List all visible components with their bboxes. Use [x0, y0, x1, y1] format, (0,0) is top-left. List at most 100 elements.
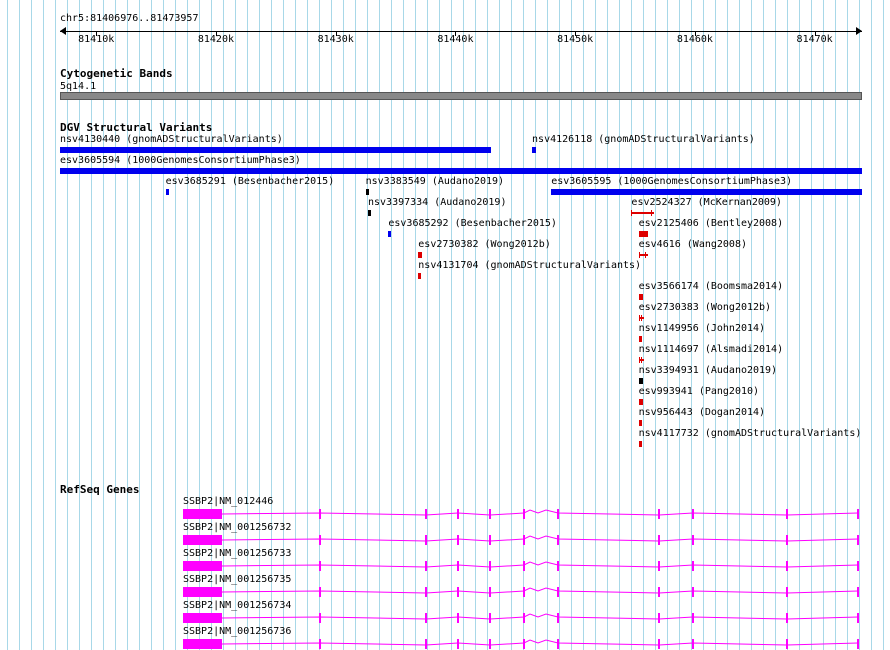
gene-exon-tick	[523, 587, 525, 597]
gene-model	[183, 639, 859, 649]
dgv-feature-bar[interactable]	[638, 378, 644, 384]
dgv-feature-bar[interactable]	[365, 189, 369, 195]
ruler-tick-label: 81460k	[676, 34, 713, 45]
dgv-feature-label: nsv4126118 (gnomADStructuralVariants)	[532, 134, 755, 145]
gene-exon-tick	[489, 509, 491, 519]
cytoband-track-title[interactable]: Cytogenetic Bands	[60, 67, 173, 80]
gene-label: SSBP2|NM_001256736	[183, 626, 292, 637]
gene-exon-tick	[658, 509, 660, 519]
dgv-feature-bar[interactable]	[532, 147, 536, 153]
cytoband-label: 5q14.1	[60, 81, 97, 92]
ruler[interactable]: 81410k 81420k 81430k 81440k 81450k 81460k 8147…	[60, 26, 862, 46]
gene-exon-tick	[692, 561, 694, 571]
dgv-feature-bar[interactable]	[638, 254, 648, 256]
gene-intron-line	[221, 639, 859, 646]
gene-exon-tick	[457, 613, 459, 623]
dgv-feature-label: esv3605595 (1000GenomesConsortiumPhase3)	[551, 176, 793, 187]
gene-intron-line	[221, 587, 859, 594]
dgv-feature-label: esv2730382 (Wong2012b)	[418, 239, 551, 250]
gene-exon-tick	[523, 639, 525, 649]
dgv-feature-bar[interactable]	[60, 168, 862, 174]
gene-label: SSBP2|NM_012446	[183, 496, 274, 507]
gene-row[interactable]: SSBP2|NM_001256734	[0, 600, 890, 626]
dgv-feature-label: nsv1149956 (John2014)	[638, 323, 766, 334]
gene-row[interactable]: SSBP2|NM_001256733	[0, 548, 890, 574]
gene-row[interactable]: SSBP2|NM_001256732	[0, 522, 890, 548]
dgv-feature-bar[interactable]	[631, 212, 654, 214]
gene-label: SSBP2|NM_001256732	[183, 522, 292, 533]
dgv-feature-bar[interactable]	[368, 210, 371, 216]
refseq-track-title[interactable]: RefSeq Genes	[60, 483, 139, 496]
gene-exon-tick	[425, 535, 427, 545]
gene-model	[183, 509, 859, 519]
dgv-feature-label: nsv4131704 (gnomADStructuralVariants)	[418, 260, 642, 271]
gene-intron-line	[221, 561, 859, 568]
gene-intron-line	[221, 535, 859, 542]
gene-exon-tick	[319, 561, 321, 571]
ruler-tick-label: 81470k	[796, 34, 833, 45]
dgv-feature-bar[interactable]	[638, 399, 644, 405]
gene-exon-tick	[425, 587, 427, 597]
dgv-feature-label: esv993941 (Pang2010)	[638, 386, 760, 397]
gene-exon-tick	[489, 535, 491, 545]
dgv-feature-bar[interactable]	[418, 252, 422, 258]
dgv-feature-bar[interactable]	[418, 273, 422, 279]
cytoband-bar[interactable]	[60, 92, 862, 100]
gene-row[interactable]: SSBP2|NM_012446	[0, 496, 890, 522]
gene-exon-tick	[557, 535, 559, 545]
dgv-feature-bar[interactable]	[638, 336, 643, 342]
gene-exon-tick	[786, 509, 788, 519]
gene-row[interactable]: SSBP2|NM_001256735	[0, 574, 890, 600]
gene-exon-tick	[557, 561, 559, 571]
gene-exon-tick	[857, 509, 859, 519]
gene-exon-tick	[857, 639, 859, 649]
dgv-feature-bar[interactable]	[638, 359, 645, 361]
gene-exon-tick	[319, 587, 321, 597]
gene-exon-block	[183, 535, 222, 545]
dgv-feature-bar[interactable]	[638, 317, 645, 319]
ruler-tick-label: 81420k	[197, 34, 234, 45]
gene-row[interactable]: SSBP2|NM_001256736	[0, 626, 890, 650]
ruler-tick-label: 81410k	[78, 34, 115, 45]
dgv-feature-bar[interactable]	[165, 189, 169, 195]
gene-exon-tick	[658, 535, 660, 545]
gene-exon-tick	[557, 639, 559, 649]
gene-intron-line	[221, 613, 859, 620]
gene-exon-tick	[425, 613, 427, 623]
dgv-feature-bar[interactable]	[638, 231, 649, 237]
dgv-feature-bar[interactable]	[638, 420, 643, 426]
gene-exon-tick	[658, 587, 660, 597]
gene-exon-tick	[692, 509, 694, 519]
dgv-track-title[interactable]: DGV Structural Variants	[60, 121, 212, 134]
ruler-line	[60, 31, 862, 32]
dgv-feature-label: esv4616 (Wang2008)	[638, 239, 747, 250]
gene-exon-tick	[692, 587, 694, 597]
dgv-feature-label: nsv3394931 (Audano2019)	[638, 365, 778, 376]
ruler-tick-label: 81430k	[317, 34, 354, 45]
location-label: chr5:81406976..81473957	[60, 13, 199, 24]
ruler-tick-label: 81440k	[437, 34, 474, 45]
dgv-feature-label: esv3685291 (Besenbacher2015)	[165, 176, 335, 187]
gene-exon-tick	[457, 535, 459, 545]
dgv-feature-bar[interactable]	[388, 231, 392, 237]
gene-label: SSBP2|NM_001256733	[183, 548, 292, 559]
gene-exon-tick	[457, 587, 459, 597]
gene-exon-tick	[786, 639, 788, 649]
ruler-left-arrow-icon	[60, 27, 66, 35]
gene-exon-tick	[457, 509, 459, 519]
gene-exon-tick	[786, 613, 788, 623]
dgv-feature-label: nsv4117732 (gnomADStructuralVariants)	[638, 428, 862, 439]
gene-exon-tick	[319, 509, 321, 519]
dgv-feature-label: nsv3397334 (Audano2019)	[368, 197, 507, 208]
gene-exon-tick	[425, 561, 427, 571]
gene-exon-block	[183, 509, 222, 519]
dgv-feature-bar[interactable]	[638, 294, 644, 300]
dgv-feature-label: nsv4130440 (gnomADStructuralVariants)	[60, 134, 283, 145]
gene-exon-tick	[658, 561, 660, 571]
dgv-feature-bar[interactable]	[551, 189, 862, 195]
dgv-feature-bar[interactable]	[638, 441, 643, 447]
gene-exon-tick	[857, 561, 859, 571]
dgv-feature-bar[interactable]	[60, 147, 492, 153]
gene-exon-tick	[557, 509, 559, 519]
gene-exon-tick	[557, 613, 559, 623]
